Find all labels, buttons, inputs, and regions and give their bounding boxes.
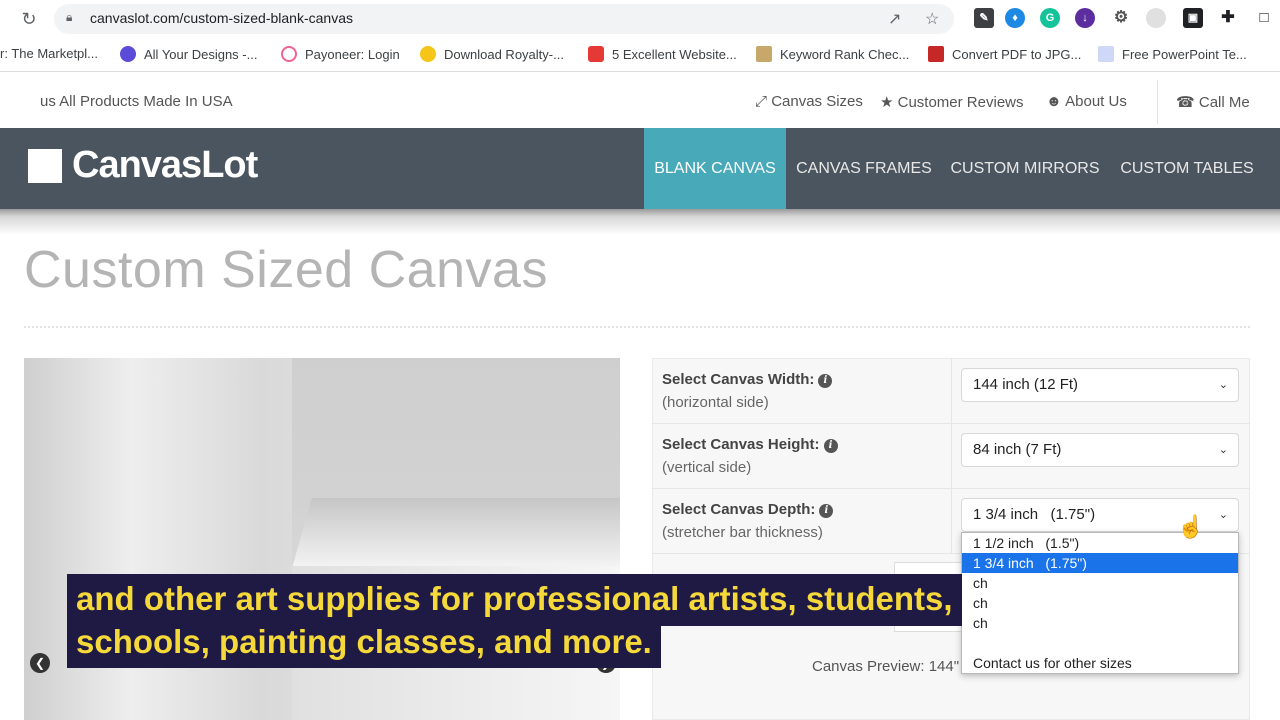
extension-gear-icon[interactable]: ⚙ (1111, 8, 1131, 28)
width-select[interactable]: 144 inch (12 Ft) ⌄ (961, 368, 1239, 402)
depth-option[interactable]: ch (962, 613, 1238, 633)
hand-cursor-icon: ☝ (1177, 514, 1205, 539)
extension-pen-icon[interactable]: ✎ (974, 8, 994, 28)
reload-icon[interactable]: ↻ (18, 8, 40, 30)
bookmark-item[interactable]: Convert PDF to JPG... (928, 46, 1081, 62)
chevron-down-icon: ⌄ (1218, 509, 1228, 521)
extension-blue-icon[interactable]: ♦ (1005, 8, 1025, 28)
depth-option[interactable]: ch (962, 573, 1238, 593)
puzzle-icon[interactable]: ✚ (1218, 8, 1238, 28)
nav-blank-canvas[interactable]: BLANK CANVAS (644, 128, 786, 209)
chevron-down-icon: ⌄ (1218, 379, 1228, 391)
keyword-icon (756, 46, 772, 62)
about-us-link[interactable]: ☻ About Us (1046, 93, 1127, 110)
phone-icon: ☎ (1176, 94, 1195, 111)
utility-bar: us All Products Made In USA ⤢ Canvas Siz… (0, 76, 1280, 128)
info-icon[interactable]: i (819, 504, 834, 518)
extension-grammarly-icon[interactable]: G (1040, 8, 1060, 28)
canva-icon (120, 46, 136, 62)
height-select[interactable]: 84 inch (7 Ft) ⌄ (961, 433, 1239, 467)
canvas-sizes-link[interactable]: ⤢ Canvas Sizes (755, 93, 863, 110)
tagline: us All Products Made In USA (40, 93, 233, 110)
url-text[interactable]: canvaslot.com/custom-sized-blank-canvas (90, 10, 353, 26)
height-label: Select Canvas Height: i (662, 436, 838, 453)
lock-icon[interactable]: 🔒︎ (66, 10, 72, 25)
bookmark-item[interactable]: Payoneer: Login (281, 46, 400, 62)
canvas-photo-edge (292, 498, 620, 568)
pdf-icon (928, 46, 944, 62)
user-icon: ☻ (1046, 93, 1062, 110)
logo[interactable]: CanvasLot (72, 144, 258, 187)
payoneer-icon (281, 46, 297, 62)
extension-black-icon[interactable]: ▣ (1183, 8, 1203, 28)
width-sublabel: (horizontal side) (662, 394, 769, 411)
info-icon[interactable]: i (818, 374, 833, 388)
canvas-preview-label: Canvas Preview: 144" (812, 658, 960, 675)
carousel-prev-icon[interactable]: ❮ (30, 653, 50, 673)
extension-download-icon[interactable]: ↓ (1075, 8, 1095, 28)
browser-toolbar: ↻ 🔒︎ canvaslot.com/custom-sized-blank-ca… (0, 0, 1280, 38)
nav-canvas-frames[interactable]: CANVAS FRAMES (788, 128, 940, 209)
powerpoint-icon (1098, 46, 1114, 62)
info-icon[interactable]: i (823, 439, 838, 453)
logo-square-icon[interactable] (28, 149, 62, 183)
width-label: Select Canvas Width: i (662, 371, 833, 388)
share-icon[interactable]: ↗ (888, 9, 901, 29)
bookmark-item[interactable]: r: The Marketpl... (0, 46, 98, 61)
star-icon: ★ (880, 94, 894, 111)
download-site-icon (420, 46, 436, 62)
depth-label: Select Canvas Depth: i (662, 501, 834, 518)
bookmark-item[interactable]: All Your Designs -... (120, 46, 257, 62)
height-sublabel: (vertical side) (662, 459, 752, 476)
divider (24, 326, 1250, 328)
bookmark-star-icon[interactable]: ☆ (925, 9, 939, 29)
bookmark-item[interactable]: 5 Excellent Website... (588, 46, 737, 62)
chevron-down-icon: ⌄ (1218, 444, 1228, 456)
sidepanel-icon[interactable]: □ (1254, 8, 1274, 28)
bookmark-item[interactable]: Download Royalty-... (420, 46, 564, 62)
depth-option-contact[interactable]: Contact us for other sizes (962, 653, 1238, 673)
nav-custom-mirrors[interactable]: CUSTOM MIRRORS (942, 128, 1108, 209)
depth-option-selected[interactable]: 1 3/4 inch (1.75") (962, 553, 1238, 573)
nav-shadow (0, 209, 1280, 235)
resize-icon: ⤢ (755, 93, 768, 110)
website-icon (588, 46, 604, 62)
bookmark-item[interactable]: Keyword Rank Chec... (756, 46, 909, 62)
nav-custom-tables[interactable]: CUSTOM TABLES (1110, 128, 1264, 209)
video-caption-line: and other art supplies for professional … (67, 574, 962, 626)
bookmark-item[interactable]: Free PowerPoint Te... (1098, 46, 1247, 62)
customer-reviews-link[interactable]: ★ Customer Reviews (880, 93, 1024, 111)
extension-gray-icon[interactable] (1146, 8, 1166, 28)
page-title: Custom Sized Canvas (24, 241, 548, 299)
depth-sublabel: (stretcher bar thickness) (662, 524, 823, 541)
divider (1157, 80, 1158, 124)
col-divider (951, 358, 952, 554)
depth-option[interactable]: ch (962, 593, 1238, 613)
bookmarks-bar: r: The Marketpl... All Your Designs -...… (0, 38, 1280, 72)
call-me-link[interactable]: ☎ Call Me (1176, 93, 1250, 111)
video-caption-line: schools, painting classes, and more. (67, 622, 661, 668)
